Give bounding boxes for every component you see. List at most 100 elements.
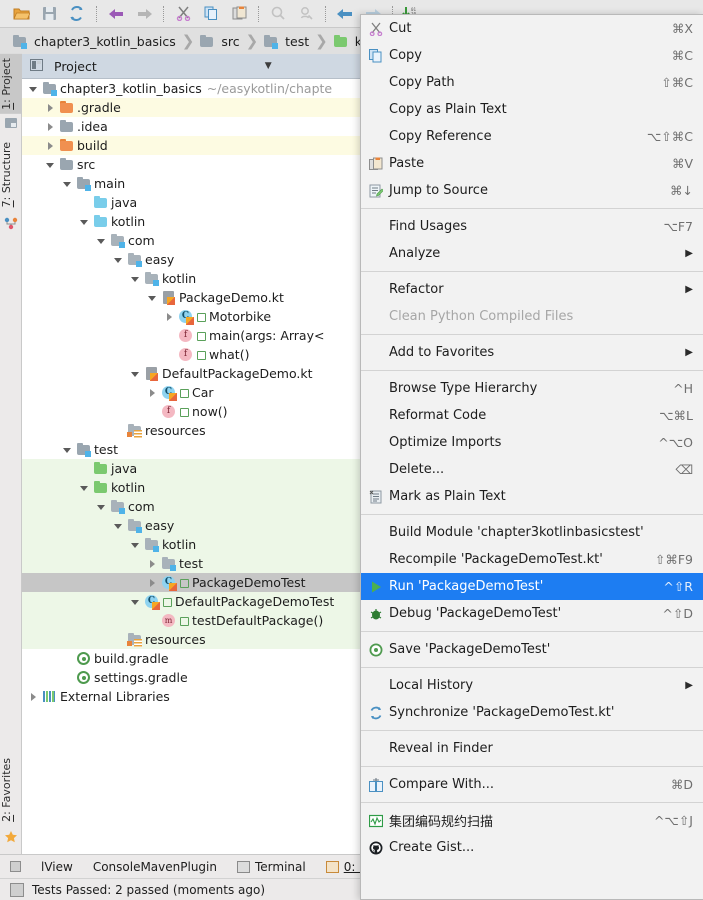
bottom-tab-terminal[interactable]: Terminal (237, 860, 306, 874)
tree-row-label: src (77, 157, 95, 172)
menu-item[interactable]: Browse Type Hierarchy^H (361, 375, 703, 402)
menu-item-shortcut: ⌘V (672, 156, 693, 171)
tab-label: : Structure (0, 142, 13, 200)
tree-row-label: test (94, 442, 118, 457)
jump-to-source-icon (369, 184, 389, 198)
menu-item[interactable]: Mark as Plain Text (361, 483, 703, 510)
menu-item[interactable]: Analyze▶ (361, 240, 703, 267)
back-icon[interactable] (332, 3, 358, 25)
context-menu[interactable]: Cut⌘XCopy⌘CCopy Path⇧⌘CCopy as Plain Tex… (360, 14, 703, 900)
menu-item[interactable]: Compare With... ⌘D (361, 771, 703, 798)
replace-icon[interactable] (293, 3, 319, 25)
menu-item[interactable]: Add to Favorites▶ (361, 339, 703, 366)
menu-item[interactable]: Find Usages⌥F7 (361, 213, 703, 240)
menu-item[interactable]: Create Gist... (361, 834, 703, 861)
chevron-down-icon[interactable] (130, 368, 141, 379)
chevron-down-icon[interactable] (130, 596, 141, 607)
package-folder-icon (110, 499, 125, 514)
breadcrumb-item-2[interactable]: test (259, 28, 311, 54)
open-folder-icon[interactable] (8, 3, 34, 25)
chevron-down-icon[interactable] (96, 501, 107, 512)
chevron-down-icon[interactable] (28, 83, 39, 94)
menu-item[interactable]: Synchronize 'PackageDemoTest.kt' (361, 699, 703, 726)
submenu-arrow-icon: ▶ (685, 347, 693, 358)
chevron-down-icon[interactable] (79, 482, 90, 493)
redo-icon[interactable] (131, 3, 157, 25)
sidebar-item-structure[interactable]: 7: Structure (0, 138, 22, 211)
chevron-right-icon[interactable] (45, 140, 56, 151)
tree-row-label: resources (145, 632, 206, 647)
copy-icon[interactable] (198, 3, 224, 25)
bottom-tab-lview[interactable]: lView (41, 860, 73, 874)
tree-row-label: DefaultPackageDemo.kt (162, 366, 313, 381)
sidebar-item-favorites[interactable]: 2: Favorites (0, 754, 22, 826)
folder-icon (199, 34, 214, 49)
bottom-tab-consolemavenplugin[interactable]: ConsoleMavenPlugin (93, 860, 217, 874)
chevron-right-icon[interactable] (147, 577, 158, 588)
menu-item-shortcut: ^⌥⇧J (654, 813, 693, 828)
synchronize-icon[interactable] (64, 3, 90, 25)
menu-item[interactable]: Reformat Code⌥⌘L (361, 402, 703, 429)
menu-item[interactable]: Delete...⌫ (361, 456, 703, 483)
tree-row-label: kotlin (162, 271, 196, 286)
chevron-down-icon[interactable] (147, 292, 158, 303)
paste-icon[interactable] (226, 3, 252, 25)
menu-item[interactable]: Jump to Source⌘↓ (361, 177, 703, 204)
submenu-arrow-icon: ▶ (685, 248, 693, 259)
chevron-down-icon[interactable] (130, 539, 141, 550)
test-folder-icon (263, 34, 278, 49)
menu-item[interactable]: Build Module 'chapter3kotlinbasicstest' (361, 519, 703, 546)
menu-item[interactable]: Debug 'PackageDemoTest'^⇧D (361, 600, 703, 627)
chevron-down-icon[interactable]: ▼ (265, 61, 272, 71)
menu-item[interactable]: Copy as Plain Text (361, 96, 703, 123)
tree-row-label: kotlin (111, 214, 145, 229)
menu-item-label: Compare With... (389, 777, 657, 792)
menu-item[interactable]: Run 'PackageDemoTest'^⇧R (361, 573, 703, 600)
chevron-down-icon[interactable] (62, 178, 73, 189)
package-folder-icon (144, 537, 159, 552)
find-icon[interactable] (265, 3, 291, 25)
chevron-right-icon[interactable] (28, 691, 39, 702)
chevron-right-icon[interactable] (147, 387, 158, 398)
menu-item[interactable]: Refactor▶ (361, 276, 703, 303)
undo-icon[interactable] (103, 3, 129, 25)
cut-icon[interactable] (170, 3, 196, 25)
breadcrumb-item-1[interactable]: src (195, 28, 241, 54)
chevron-right-icon[interactable] (45, 121, 56, 132)
chevron-down-icon[interactable] (45, 159, 56, 170)
chevron-right-icon[interactable] (164, 311, 175, 322)
hide-tool-windows-icon[interactable] (10, 861, 21, 872)
menu-item[interactable]: 集团编码规约扫描^⌥⇧J (361, 807, 703, 834)
chevron-right-icon[interactable] (45, 102, 56, 113)
tab-number: 1 (0, 103, 13, 110)
menu-item-label: Cut (389, 21, 658, 36)
menu-item[interactable]: Copy Reference⌥⇧⌘C (361, 123, 703, 150)
menu-item[interactable]: Copy⌘C (361, 42, 703, 69)
menu-item[interactable]: Local History▶ (361, 672, 703, 699)
menu-item[interactable]: Save 'PackageDemoTest' (361, 636, 703, 663)
menu-item[interactable]: Reveal in Finder (361, 735, 703, 762)
menu-item[interactable]: Cut⌘X (361, 15, 703, 42)
menu-item-shortcut: ⌥⌘L (659, 408, 693, 423)
menu-item[interactable]: Copy Path⇧⌘C (361, 69, 703, 96)
menu-item[interactable]: Recompile 'PackageDemoTest.kt'⇧⌘F9 (361, 546, 703, 573)
tree-row-label: .gradle (77, 100, 121, 115)
tree-row-label: java (111, 195, 137, 210)
tree-row-label: java (111, 461, 137, 476)
menu-item[interactable]: Optimize Imports^⌥O (361, 429, 703, 456)
chevron-down-icon[interactable] (96, 235, 107, 246)
messages-icon (326, 861, 339, 873)
save-all-icon[interactable] (36, 3, 62, 25)
package-folder-icon (161, 556, 176, 571)
chevron-down-icon[interactable] (79, 216, 90, 227)
chevron-down-icon[interactable] (113, 520, 124, 531)
menu-item[interactable]: Paste⌘V (361, 150, 703, 177)
kotlin-class-icon: C (178, 309, 193, 324)
chevron-down-icon[interactable] (62, 444, 73, 455)
chevron-down-icon[interactable] (130, 273, 141, 284)
chevron-down-icon[interactable] (113, 254, 124, 265)
sidebar-item-project[interactable]: 1: Project (0, 54, 22, 114)
breadcrumb-item-0[interactable]: chapter3_kotlin_basics (8, 28, 178, 54)
chevron-right-icon[interactable] (147, 558, 158, 569)
menu-item-shortcut: ⌘D (671, 777, 693, 792)
